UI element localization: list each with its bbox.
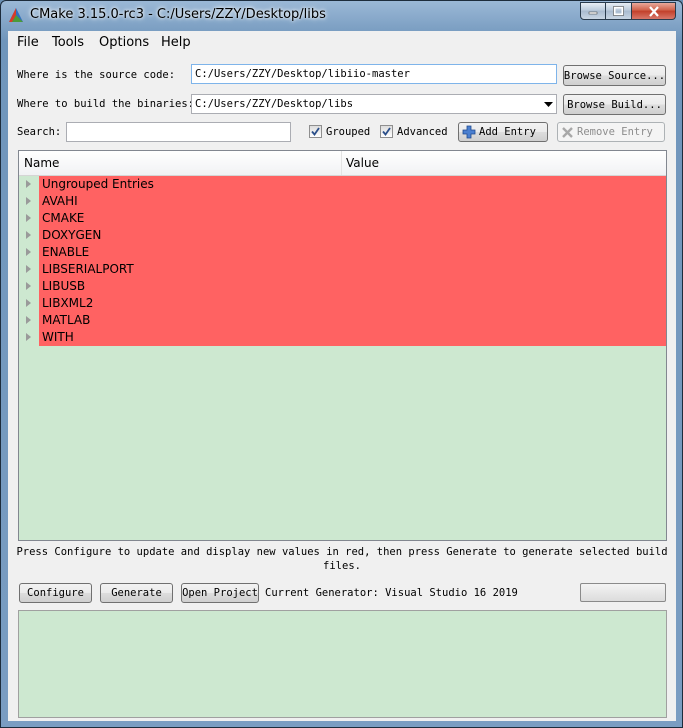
tree-row[interactable]: LIBUSB — [19, 278, 666, 295]
minimize-icon — [588, 11, 598, 15]
tree-row[interactable]: LIBSERIALPORT — [19, 261, 666, 278]
search-input[interactable] — [66, 122, 291, 142]
tree-row[interactable]: ENABLE — [19, 244, 666, 261]
main-client-area: File Tools Options Help Where is the sou… — [8, 31, 676, 721]
column-header-name[interactable]: Name — [24, 156, 59, 170]
menu-options[interactable]: Options — [99, 35, 149, 50]
expand-arrow-icon[interactable] — [26, 197, 31, 205]
grouped-label: Grouped — [326, 126, 371, 138]
tree-row[interactable]: Ungrouped Entries — [19, 176, 666, 193]
group-name: AVAHI — [39, 193, 666, 210]
expand-arrow-icon[interactable] — [26, 316, 31, 324]
tree-row[interactable]: DOXYGEN — [19, 227, 666, 244]
menu-tools[interactable]: Tools — [52, 35, 84, 50]
browse-build-button[interactable]: Browse Build... — [563, 94, 666, 115]
tree-row[interactable]: LIBXML2 — [19, 295, 666, 312]
group-name: ENABLE — [39, 244, 666, 261]
browse-source-button[interactable]: Browse Source... — [563, 65, 666, 86]
checkmark-icon — [382, 127, 391, 136]
grouped-checkbox[interactable] — [309, 125, 322, 138]
expand-arrow-icon[interactable] — [26, 282, 31, 290]
group-name: LIBSERIALPORT — [39, 261, 666, 278]
cmake-logo-icon — [9, 8, 23, 22]
group-name: DOXYGEN — [39, 227, 666, 244]
expand-arrow-icon[interactable] — [26, 231, 31, 239]
expand-arrow-icon[interactable] — [26, 214, 31, 222]
tree-row[interactable]: MATLAB — [19, 312, 666, 329]
tree-row[interactable]: AVAHI — [19, 193, 666, 210]
expand-arrow-icon[interactable] — [26, 299, 31, 307]
column-separator — [341, 151, 342, 175]
search-label: Search: — [17, 126, 62, 138]
minimize-button[interactable] — [580, 2, 606, 20]
close-icon — [648, 5, 659, 17]
open-project-button[interactable]: Open Project — [181, 583, 259, 603]
configure-button[interactable]: Configure — [19, 583, 92, 603]
group-name: LIBUSB — [39, 278, 666, 295]
remove-entry-button[interactable]: Remove Entry — [557, 122, 665, 142]
build-combo[interactable]: C:/Users/ZZY/Desktop/libs — [191, 94, 557, 114]
current-generator-label: Current Generator: Visual Studio 16 2019 — [265, 587, 518, 599]
generate-button[interactable]: Generate — [100, 583, 173, 603]
expand-arrow-icon[interactable] — [26, 180, 31, 188]
plus-icon — [462, 125, 476, 139]
source-label: Where is the source code: — [17, 69, 176, 81]
caption-buttons — [580, 2, 676, 20]
title-bar[interactable]: CMake 3.15.0-rc3 - C:/Users/ZZY/Desktop/… — [1, 1, 682, 31]
expand-arrow-icon[interactable] — [26, 248, 31, 256]
build-label: Where to build the binaries: — [17, 98, 195, 110]
build-path-value: C:/Users/ZZY/Desktop/libs — [195, 98, 354, 110]
menu-file[interactable]: File — [17, 35, 39, 50]
add-entry-label: Add Entry — [479, 126, 536, 138]
group-name: WITH — [39, 329, 666, 346]
remove-icon — [562, 126, 573, 138]
tree-row[interactable]: CMAKE — [19, 210, 666, 227]
cache-entries-tree[interactable]: Name Value Ungrouped Entries AVAHI CMAKE… — [18, 150, 667, 541]
output-log[interactable] — [18, 610, 667, 718]
group-name: CMAKE — [39, 210, 666, 227]
remove-entry-label: Remove Entry — [577, 126, 653, 138]
group-name: Ungrouped Entries — [39, 176, 666, 193]
maximize-icon — [613, 6, 624, 16]
menu-help[interactable]: Help — [161, 35, 191, 50]
menu-bar: File Tools Options Help — [8, 31, 676, 53]
checkmark-icon — [311, 127, 320, 136]
column-header-value[interactable]: Value — [346, 156, 379, 170]
source-input[interactable]: C:/Users/ZZY/Desktop/libiio-master — [191, 64, 557, 84]
advanced-checkbox[interactable] — [380, 125, 393, 138]
close-button[interactable] — [632, 2, 676, 20]
maximize-button[interactable] — [606, 2, 632, 20]
progress-bar — [580, 583, 666, 602]
tree-row[interactable]: WITH — [19, 329, 666, 346]
window-title: CMake 3.15.0-rc3 - C:/Users/ZZY/Desktop/… — [30, 7, 326, 22]
status-message: Press Configure to update and display ne… — [16, 546, 668, 572]
expand-arrow-icon[interactable] — [26, 333, 31, 341]
expand-arrow-icon[interactable] — [26, 265, 31, 273]
chevron-down-icon[interactable] — [544, 102, 553, 107]
add-entry-button[interactable]: Add Entry — [458, 122, 548, 142]
group-name: MATLAB — [39, 312, 666, 329]
cmake-window: CMake 3.15.0-rc3 - C:/Users/ZZY/Desktop/… — [0, 0, 683, 728]
group-name: LIBXML2 — [39, 295, 666, 312]
tree-header: Name Value — [19, 151, 666, 176]
advanced-label: Advanced — [397, 126, 448, 138]
